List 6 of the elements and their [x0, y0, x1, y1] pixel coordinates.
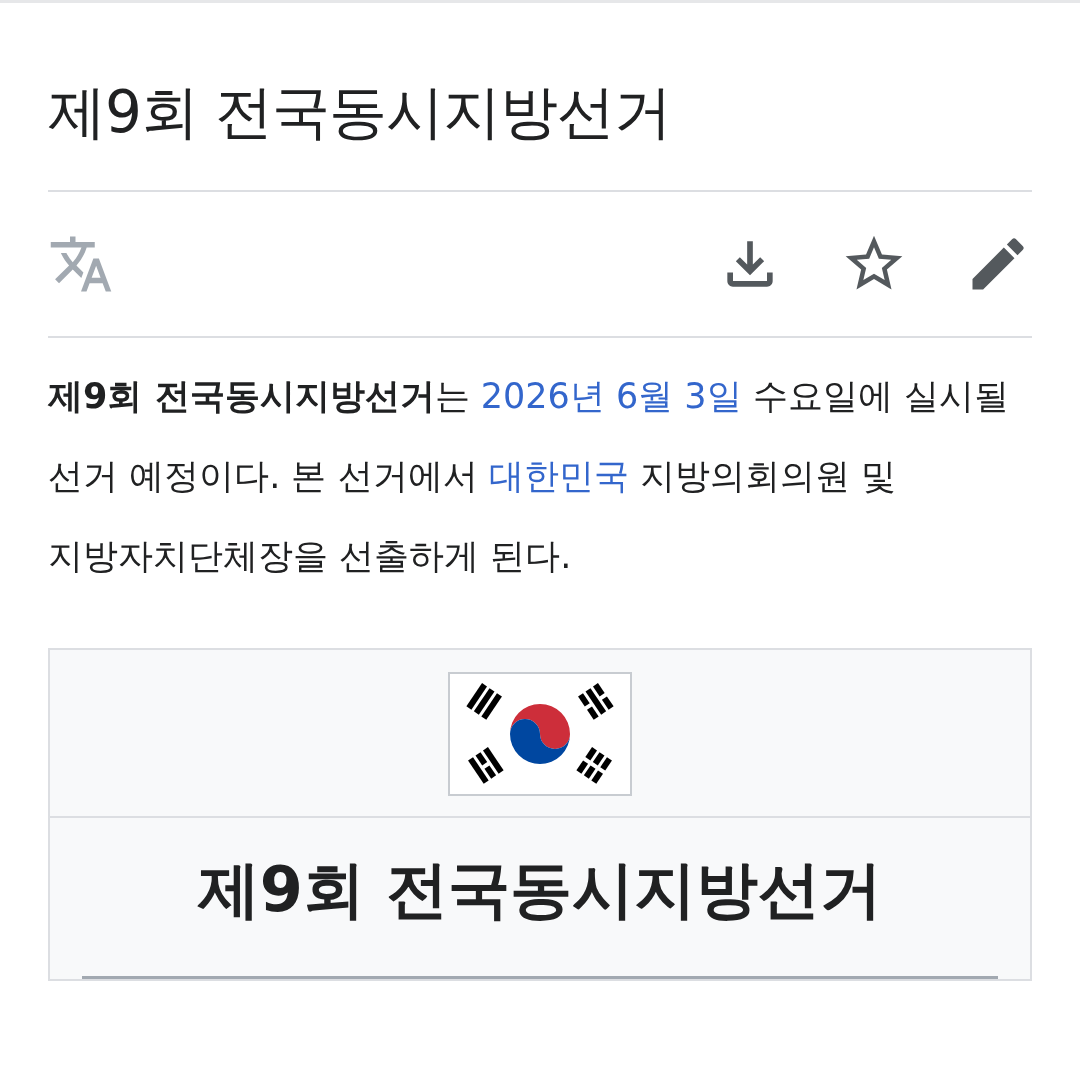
text-link[interactable]: 대한민국 [488, 455, 629, 496]
lead-paragraph: 제9회 전국동시지방선거는 2026년 6월 3일 수요일에 실시될 선거 예정이다. 본 선거에서 대한민국 지방의회의원 및 지방자치단체장을 선출하게 된다. [48, 374, 1010, 578]
flag-icon [448, 671, 632, 796]
text-link[interactable]: 2026년 6월 3일 [480, 375, 742, 416]
infobox-title: 제9회 전국동시지방선거 [82, 817, 998, 979]
page-title: 제9회 전국동시지방선거 [48, 3, 1032, 192]
